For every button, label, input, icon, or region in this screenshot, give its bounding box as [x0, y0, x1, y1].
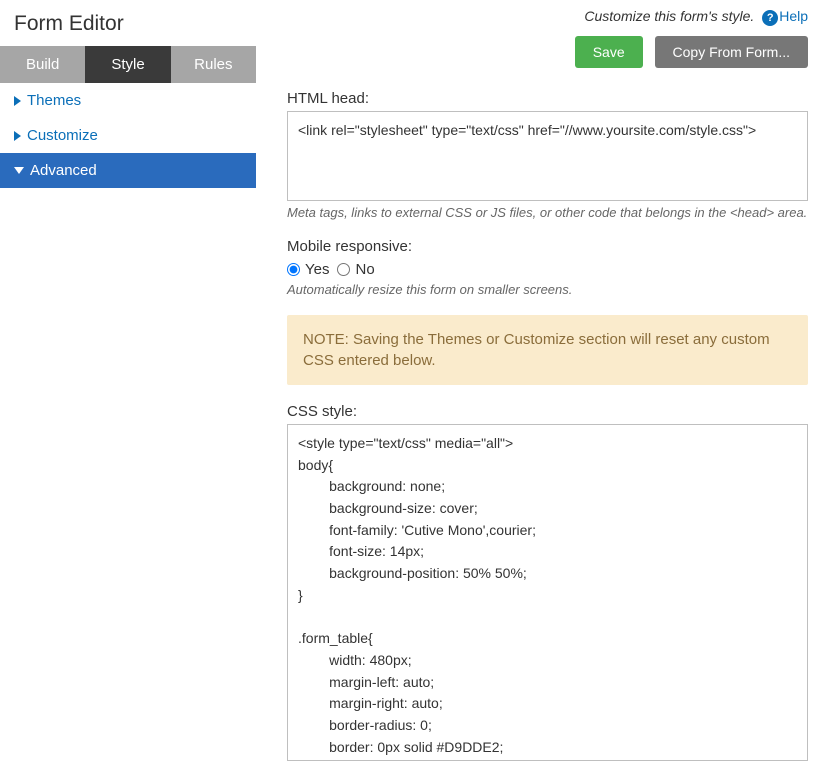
nav-item-themes[interactable]: Themes — [0, 83, 256, 118]
chevron-right-icon — [14, 131, 21, 141]
mobile-no-radio[interactable] — [337, 263, 350, 276]
action-bar: Save Copy From Form... — [287, 36, 808, 68]
copy-from-form-button[interactable]: Copy From Form... — [655, 36, 808, 68]
help-icon: ? — [762, 10, 778, 26]
nav-label: Customize — [27, 127, 98, 144]
mobile-label: Mobile responsive: — [287, 238, 808, 255]
tab-style[interactable]: Style — [85, 46, 170, 83]
html-head-label: HTML head: — [287, 90, 808, 107]
main-panel: Customize this form's style. ?Help Save … — [257, 0, 826, 761]
nav-label: Advanced — [30, 162, 97, 179]
nav-item-customize[interactable]: Customize — [0, 118, 256, 153]
html-head-hint: Meta tags, links to external CSS or JS f… — [287, 205, 808, 220]
mobile-no-label[interactable]: No — [355, 261, 374, 278]
tab-build[interactable]: Build — [0, 46, 85, 83]
mobile-radio-group: Yes No — [287, 261, 808, 278]
save-button[interactable]: Save — [575, 36, 643, 68]
sidebar: Form Editor Build Style Rules Themes Cus… — [0, 0, 257, 761]
mobile-hint: Automatically resize this form on smalle… — [287, 282, 808, 297]
css-textarea[interactable]: <style type="text/css" media="all"> body… — [287, 424, 808, 761]
chevron-right-icon — [14, 96, 21, 106]
nav-item-advanced[interactable]: Advanced — [0, 153, 256, 188]
nav-label: Themes — [27, 92, 81, 109]
chevron-down-icon — [14, 167, 24, 174]
help-label: Help — [779, 8, 808, 24]
topbar: Customize this form's style. ?Help — [287, 8, 808, 26]
help-link[interactable]: ?Help — [762, 8, 808, 24]
mobile-yes-label[interactable]: Yes — [305, 261, 329, 278]
mobile-yes-radio[interactable] — [287, 263, 300, 276]
topbar-text: Customize this form's style. — [584, 8, 754, 24]
css-label: CSS style: — [287, 403, 808, 420]
sidebar-title: Form Editor — [0, 0, 256, 46]
sidebar-nav: Themes Customize Advanced — [0, 83, 256, 188]
tab-rules[interactable]: Rules — [171, 46, 256, 83]
note-box: NOTE: Saving the Themes or Customize sec… — [287, 315, 808, 385]
html-head-textarea[interactable] — [287, 111, 808, 201]
tabs: Build Style Rules — [0, 46, 256, 83]
